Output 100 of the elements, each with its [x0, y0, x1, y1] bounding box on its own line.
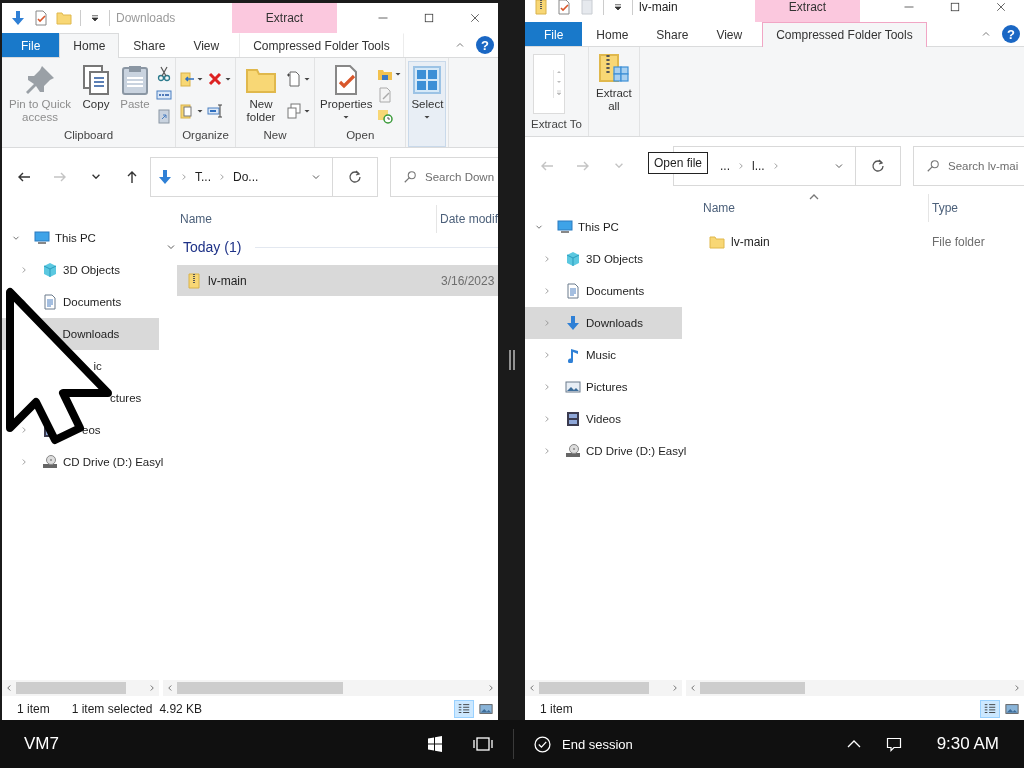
caret-icon: [224, 75, 232, 83]
clock: 9:30 AM: [935, 734, 1000, 754]
help-button[interactable]: ?: [476, 36, 494, 54]
status-text: 1 item: [540, 701, 573, 716]
clipboard-icon: [156, 108, 172, 125]
scroll-thumb[interactable]: [700, 682, 806, 694]
folder-icon: [56, 10, 72, 26]
down-arrow-icon: [565, 315, 581, 331]
scroll-thumb[interactable]: [539, 682, 649, 694]
thumbnail-icon: [479, 701, 493, 716]
extract-button[interactable]: Extract all: [590, 50, 637, 136]
down-arrow-icon: [157, 168, 173, 185]
table-cell-text: File folder: [931, 234, 985, 249]
column-header[interactable]: Type: [929, 194, 958, 222]
new-folder-button[interactable]: New folder: [238, 61, 284, 129]
clipboard-icon: [119, 64, 151, 96]
tree-item[interactable]: This PC: [2, 222, 159, 254]
monitor-icon: [557, 219, 573, 235]
ribbon-tab[interactable]: View: [702, 22, 757, 46]
text-cursor-icon: [207, 103, 223, 119]
group-label: Organize: [181, 129, 230, 143]
contextual-tab-header: Extract: [755, 0, 860, 22]
properties-button[interactable]: Properties: [317, 61, 376, 129]
horizontal-scrollbar[interactable]: [163, 680, 498, 696]
clock-icon: [377, 108, 394, 125]
search-icon: [403, 169, 417, 184]
pages-icon: [286, 103, 302, 119]
tree-item[interactable]: Pictures: [525, 371, 682, 403]
refresh-button[interactable]: [333, 156, 378, 197]
details-view-button[interactable]: [980, 699, 1000, 718]
status-text: 1 item: [17, 701, 50, 716]
column-header[interactable]: Name: [177, 205, 437, 233]
caret-icon: [612, 1, 624, 13]
tree-item[interactable]: 3D Objects: [525, 243, 682, 275]
column-header[interactable]: Name: [700, 194, 929, 222]
horizontal-scrollbar[interactable]: [525, 680, 682, 696]
page-icon: [377, 87, 394, 103]
window-title: lv-main: [639, 0, 678, 14]
caret-icon: [196, 75, 204, 83]
chevron-down-icon: [92, 174, 100, 179]
search-icon: [926, 158, 940, 173]
tree-item[interactable]: Documents: [525, 275, 682, 307]
file-row[interactable]: lv-main File folder: [700, 226, 1024, 257]
session-name: VM7: [23, 734, 60, 754]
ribbon-tab[interactable]: Home: [582, 22, 643, 46]
new-item-button[interactable]: [285, 69, 312, 89]
file-menu-tab[interactable]: File: [525, 22, 583, 46]
caret-icon: [303, 75, 311, 83]
horizontal-scrollbar[interactable]: [2, 680, 159, 696]
horizontal-scrollbar[interactable]: [686, 680, 1024, 696]
window-title: Downloads: [116, 11, 176, 25]
scroll-thumb[interactable]: [177, 682, 343, 694]
contextual-tab-header: Extract: [232, 3, 337, 33]
tree-item[interactable]: Videos: [525, 403, 682, 435]
breadcrumb[interactable]: Do...: [233, 169, 259, 184]
move-to-button[interactable]: [178, 69, 205, 89]
tree-item[interactable]: This PC: [525, 211, 682, 243]
pages-icon: [80, 64, 112, 96]
ribbon-tab[interactable]: Share: [642, 22, 703, 46]
tree-item[interactable]: 3D Objects: [2, 254, 159, 286]
breadcrumb[interactable]: T...: [195, 169, 211, 184]
refresh-button[interactable]: [856, 145, 901, 186]
checked-page-icon: [33, 10, 49, 26]
end-session-button[interactable]: End session: [532, 724, 635, 764]
help-button[interactable]: ?: [1002, 25, 1020, 43]
column-header[interactable]: Date modif: [436, 205, 498, 233]
picture-icon: [565, 379, 581, 395]
file-row[interactable]: lv-main 3/16/2023: [177, 265, 498, 296]
folder-icon: [709, 233, 725, 250]
easy-access-button[interactable]: [285, 101, 312, 121]
ribbon-tab[interactable]: View: [179, 33, 234, 57]
tree-item[interactable]: Music: [525, 339, 682, 371]
search-field[interactable]: Search lv-mai: [948, 159, 1024, 172]
disc-drive-icon: [565, 443, 581, 459]
status-text: 1 item selected: [71, 701, 153, 716]
splitter-handle-icon: [508, 350, 515, 370]
paste-shortcut-button[interactable]: [155, 106, 173, 127]
down-arrow-icon: [10, 10, 26, 26]
select-button[interactable]: Select: [408, 61, 447, 147]
document-icon: [42, 294, 58, 310]
group-label: Clipboard: [62, 129, 115, 143]
tree-item[interactable]: Downloads: [525, 307, 682, 339]
details-view-button[interactable]: [454, 699, 474, 718]
ribbon-tab[interactable]: Compressed Folder Tools: [762, 22, 927, 47]
text-field-icon: [156, 87, 172, 103]
gallery-list[interactable]: [533, 54, 565, 114]
copy-button[interactable]: Copy: [77, 61, 115, 129]
file-menu-tab[interactable]: File: [2, 33, 60, 57]
address-bar[interactable]: T... Do...: [150, 156, 333, 197]
caret-icon: [196, 107, 204, 115]
search-field[interactable]: Search Down: [425, 170, 498, 183]
group-header[interactable]: Today (1): [165, 233, 498, 261]
ribbon-tab[interactable]: Share: [119, 33, 180, 57]
copy-to-button[interactable]: [178, 101, 205, 121]
ribbon-tab[interactable]: Home: [59, 33, 120, 58]
scissors-icon: [156, 65, 172, 82]
zip-folder-icon: [597, 53, 630, 85]
scroll-thumb[interactable]: [16, 682, 126, 694]
breadcrumb[interactable]: l...: [752, 158, 765, 173]
breadcrumb[interactable]: ...: [720, 158, 730, 173]
